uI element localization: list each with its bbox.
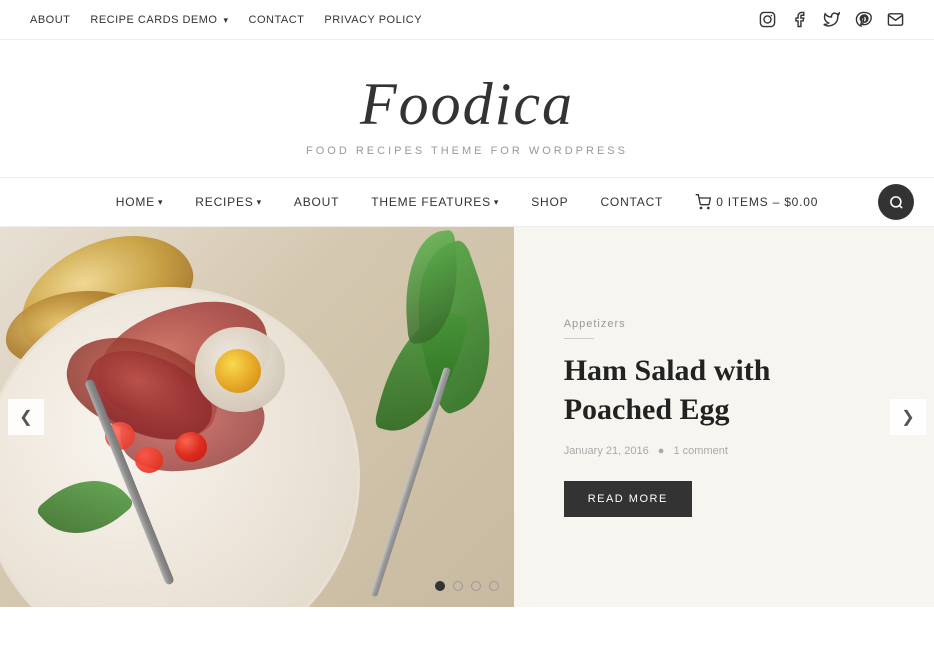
slide-comments: 1 comment (673, 445, 727, 457)
main-nav-theme-features[interactable]: THEME FEATURES ▾ (355, 177, 515, 227)
cart-icon (695, 194, 711, 210)
slide-date: January 21, 2016 (564, 445, 649, 457)
instagram-icon[interactable] (758, 11, 776, 29)
recipes-dropdown-arrow: ▾ (257, 197, 262, 208)
site-subtitle: FOOD RECIPES THEME FOR WORDPRESS (0, 145, 934, 157)
theme-dropdown-arrow: ▾ (494, 197, 499, 208)
home-dropdown-arrow: ▾ (158, 197, 163, 208)
pinterest-icon[interactable] (854, 11, 872, 29)
main-nav-about[interactable]: ABOUT (278, 177, 355, 227)
hero-slider: Appetizers Ham Salad with Poached Egg Ja… (0, 227, 934, 607)
slide-category: Appetizers (564, 318, 626, 339)
main-nav-recipes[interactable]: RECIPES ▾ (179, 177, 278, 227)
search-button[interactable] (878, 184, 914, 220)
slider-dots (0, 581, 934, 591)
main-nav-links: HOME ▾ RECIPES ▾ ABOUT THEME FEATURES ▾ … (100, 177, 834, 227)
main-nav-shop[interactable]: SHOP (515, 177, 584, 227)
social-icons-bar (758, 11, 904, 29)
slider-dot-3[interactable] (471, 581, 481, 591)
facebook-icon[interactable] (790, 11, 808, 29)
slider-dot-2[interactable] (453, 581, 463, 591)
slide-image (0, 227, 514, 607)
food-plate-scene (0, 227, 514, 607)
slider-next-button[interactable]: ❯ (890, 399, 926, 435)
meta-separator: ● (658, 445, 665, 457)
top-nav-privacy[interactable]: PRIVACY POLICY (324, 14, 422, 26)
twitter-icon[interactable] (822, 11, 840, 29)
main-nav-home[interactable]: HOME ▾ (100, 177, 180, 227)
top-navigation: ABOUT RECIPE CARDS DEMO ▾ CONTACT PRIVAC… (30, 14, 422, 26)
top-bar: ABOUT RECIPE CARDS DEMO ▾ CONTACT PRIVAC… (0, 0, 934, 40)
slider-prev-button[interactable]: ❮ (8, 399, 44, 435)
search-icon (889, 195, 904, 210)
cart-button[interactable]: 0 ITEMS – $0.00 (679, 177, 834, 227)
slider-dot-1[interactable] (435, 581, 445, 591)
site-header: Foodica FOOD RECIPES THEME FOR WORDPRESS (0, 40, 934, 177)
slide-meta: January 21, 2016 ● 1 comment (564, 445, 728, 457)
slide-title: Ham Salad with Poached Egg (564, 351, 884, 429)
read-more-button[interactable]: READ MORE (564, 481, 692, 517)
main-navigation: HOME ▾ RECIPES ▾ ABOUT THEME FEATURES ▾ … (0, 177, 934, 227)
cart-label: 0 ITEMS – $0.00 (716, 195, 818, 209)
top-nav-about[interactable]: ABOUT (30, 14, 70, 26)
site-title[interactable]: Foodica (0, 70, 934, 139)
top-nav-recipe-cards[interactable]: RECIPE CARDS DEMO ▾ (90, 14, 228, 26)
slide-1: Appetizers Ham Salad with Poached Egg Ja… (0, 227, 934, 607)
top-nav-contact[interactable]: CONTACT (249, 14, 305, 26)
slider-dot-4[interactable] (489, 581, 499, 591)
main-nav-contact[interactable]: CONTACT (584, 177, 679, 227)
email-icon[interactable] (886, 11, 904, 29)
dropdown-arrow: ▾ (220, 15, 228, 25)
slide-content: Appetizers Ham Salad with Poached Egg Ja… (514, 227, 934, 607)
